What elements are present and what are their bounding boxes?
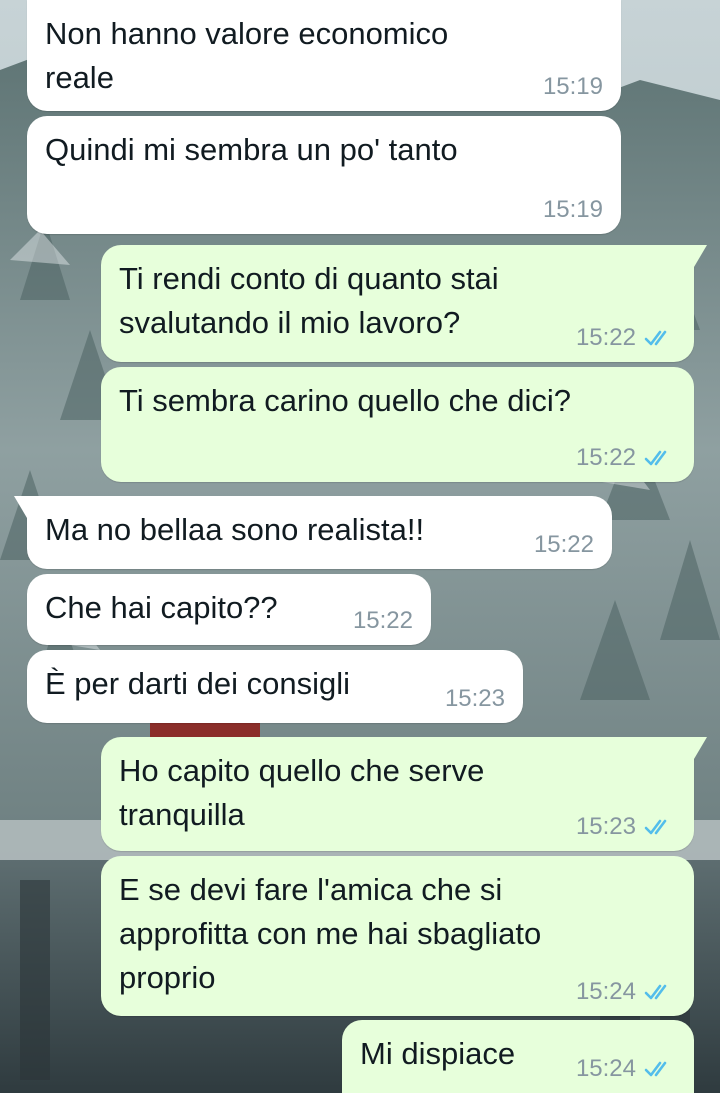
read-receipt-double-tick-icon [644, 330, 667, 346]
message-time: 15:22 [575, 324, 636, 351]
message-bubble-outgoing[interactable]: Ti rendi conto di quanto stai svalutando… [101, 245, 707, 362]
message-bubble-incoming[interactable]: Non hanno valore economico reale 15:19 [27, 0, 621, 111]
message-text: Quindi mi sembra un po' tanto [45, 132, 458, 167]
message-time: 15:24 [575, 978, 636, 1005]
message-meta: 15:22 [576, 324, 676, 352]
message-text: È per darti dei consigli [45, 666, 350, 701]
message-meta: 15:23 [445, 685, 505, 713]
read-receipt-double-tick-icon [644, 450, 667, 466]
message-text: Ti sembra carino quello che dici? [119, 383, 572, 418]
message-meta: 15:24 [576, 978, 676, 1006]
message-bubble-incoming[interactable]: Quindi mi sembra un po' tanto 15:19 [27, 116, 621, 234]
message-bubble-outgoing[interactable]: Ti sembra carino quello che dici? 15:22 [101, 367, 694, 482]
message-time: 15:23 [575, 813, 636, 840]
message-meta: 15:19 [543, 73, 603, 101]
message-text: Ma no bellaa sono realista!! [45, 512, 425, 547]
bubble-tail-icon [14, 496, 40, 518]
message-meta: 15:22 [534, 531, 594, 559]
message-time: 15:22 [352, 607, 413, 634]
message-text: Non hanno valore economico reale [45, 16, 449, 95]
message-list[interactable]: Non hanno valore economico reale 15:19 Q… [0, 0, 720, 1093]
message-meta: 15:22 [353, 607, 413, 635]
bubble-tail-icon [681, 245, 707, 267]
message-time: 15:19 [542, 73, 603, 100]
message-bubble-incoming[interactable]: Che hai capito?? 15:22 [27, 574, 431, 645]
message-bubble-outgoing[interactable]: Ho capito quello che serve tranquilla 15… [101, 737, 707, 851]
bubble-tail-icon [681, 737, 707, 759]
message-meta: 15:23 [576, 813, 676, 841]
message-meta: 15:22 [576, 444, 676, 472]
message-time: 15:22 [575, 444, 636, 471]
read-receipt-double-tick-icon [644, 819, 667, 835]
read-receipt-double-tick-icon [644, 1061, 667, 1077]
message-bubble-incoming[interactable]: Ma no bellaa sono realista!! 15:22 [14, 496, 612, 569]
message-time: 15:23 [444, 685, 505, 712]
message-meta: 15:19 [543, 196, 603, 224]
read-receipt-double-tick-icon [644, 984, 667, 1000]
message-meta: 15:24 [576, 1055, 676, 1083]
message-bubble-outgoing[interactable]: Mi dispiace 15:24 [342, 1020, 694, 1093]
message-time: 15:22 [533, 531, 594, 558]
message-bubble-outgoing[interactable]: E se devi fare l'amica che si approfitta… [101, 856, 694, 1016]
message-time: 15:19 [542, 196, 603, 223]
message-bubble-incoming[interactable]: È per darti dei consigli 15:23 [27, 650, 523, 723]
message-time: 15:24 [575, 1055, 636, 1082]
